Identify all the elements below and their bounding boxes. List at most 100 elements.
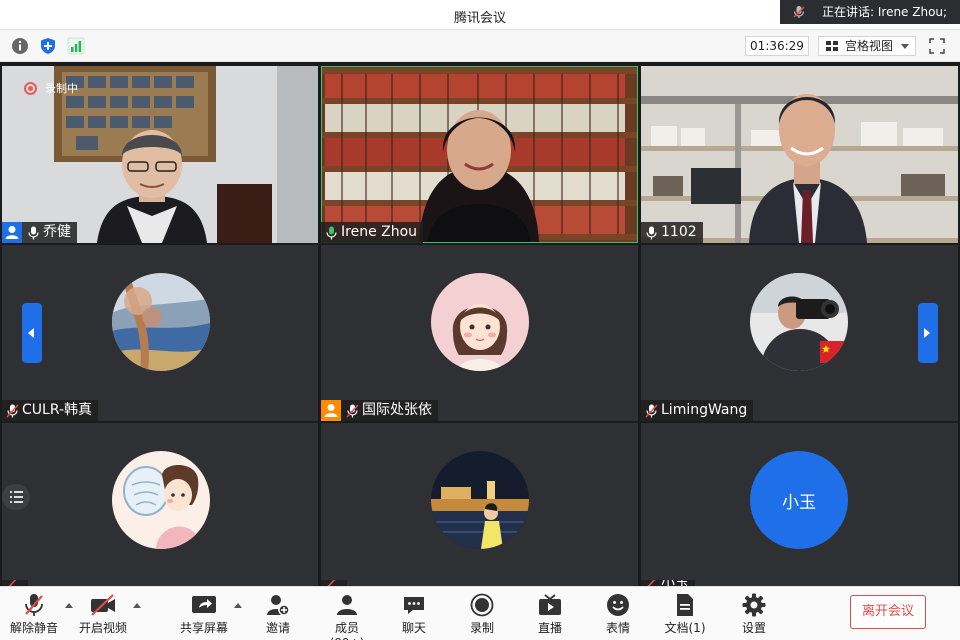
host-badge-icon	[321, 400, 341, 421]
participant-list-toggle[interactable]	[2, 484, 30, 510]
participant-nametag: CULR-韩真	[2, 400, 99, 421]
participant-tile-3[interactable]: 1102	[641, 66, 958, 243]
unmute-button[interactable]: 解除静音	[10, 591, 58, 639]
participant-nametag: LimingWang	[641, 400, 754, 421]
chevron-left-icon	[28, 328, 34, 338]
gear-icon	[742, 593, 766, 617]
chat-label: 聊天	[401, 621, 426, 635]
document-icon	[677, 594, 693, 616]
next-page-button[interactable]	[918, 303, 938, 363]
fullscreen-icon[interactable]	[929, 38, 945, 54]
list-icon	[10, 491, 23, 503]
participant-nametag: Irene Zhou	[321, 222, 424, 243]
prev-page-button[interactable]	[22, 303, 42, 363]
chat-icon	[404, 597, 424, 614]
mic-icon	[646, 226, 657, 239]
recording-label: 录制中	[45, 82, 78, 95]
participant-nametag: 国际处张依	[321, 400, 438, 421]
muted-mic-icon	[6, 403, 19, 418]
participant-tile-8[interactable]	[321, 423, 638, 586]
view-mode-label: 宫格视图	[845, 39, 894, 53]
live-label: 直播	[537, 621, 562, 635]
settings-button[interactable]: 设置	[736, 591, 772, 639]
chat-button[interactable]: 聊天	[396, 591, 432, 639]
participant-name: 1102	[661, 224, 697, 240]
title-bar: 腾讯会议 正在讲话: Irene Zhou;	[0, 0, 960, 30]
avatar	[431, 273, 529, 371]
speaking-banner: 正在讲话: Irene Zhou;	[780, 0, 960, 24]
top-toolbar: 01:36:29 宫格视图	[0, 30, 960, 62]
info-icon[interactable]	[11, 37, 29, 55]
share-screen-icon	[192, 596, 216, 613]
reactions-button[interactable]: 表情	[600, 591, 636, 639]
members-button[interactable]: 成员(99+)	[318, 591, 376, 640]
grid-view-icon	[826, 41, 838, 51]
participant-video	[641, 66, 958, 243]
reactions-label: 表情	[605, 621, 630, 635]
record-dot-icon	[24, 81, 37, 95]
muted-mic-icon	[645, 403, 658, 418]
participant-name: 国际处张依	[362, 402, 432, 418]
muted-mic-icon	[25, 594, 43, 616]
avatar: 小玉	[750, 451, 848, 549]
participant-name: CULR-韩真	[22, 402, 93, 418]
video-grid: 录制中 乔健 Irene Zhou 1102 CULR-韩真 国际处张依 Lim…	[0, 62, 960, 586]
audio-options-chevron-icon[interactable]	[65, 603, 73, 608]
unmute-label: 解除静音	[10, 621, 59, 635]
participant-tile-9[interactable]: 小玉 小玉	[641, 423, 958, 586]
recording-indicator: 录制中	[24, 80, 78, 96]
avatar	[112, 273, 210, 371]
members-icon	[337, 595, 357, 615]
participant-video	[321, 66, 638, 243]
participant-tile-5[interactable]: 国际处张依	[321, 245, 638, 421]
speaking-text: 正在讲话: Irene Zhou;	[822, 5, 948, 19]
muted-mic-icon	[346, 403, 359, 418]
host-badge-icon	[2, 222, 22, 243]
live-button[interactable]: 直播	[532, 591, 568, 639]
share-options-chevron-icon[interactable]	[234, 603, 242, 608]
participant-name: 乔健	[43, 224, 71, 240]
video-options-chevron-icon[interactable]	[133, 603, 141, 608]
share-screen-button[interactable]: 共享屏幕	[180, 591, 228, 639]
participant-tile-2[interactable]: Irene Zhou	[321, 66, 638, 243]
start-video-button[interactable]: 开启视频	[78, 591, 128, 639]
participant-tile-7[interactable]	[2, 423, 318, 586]
chevron-down-icon	[901, 44, 909, 49]
participant-tile-6[interactable]: LimingWang	[641, 245, 958, 421]
participant-tile-4[interactable]: CULR-韩真	[2, 245, 318, 421]
participant-name: LimingWang	[661, 402, 748, 418]
avatar	[750, 273, 848, 371]
security-shield-icon[interactable]	[39, 37, 57, 55]
participant-nametag: 1102	[641, 222, 703, 243]
network-signal-icon[interactable]	[67, 37, 85, 55]
participant-name: Irene Zhou	[341, 224, 418, 240]
avatar	[431, 451, 529, 549]
avatar	[112, 451, 210, 549]
emoji-icon	[607, 594, 629, 616]
record-label: 录制	[469, 621, 494, 635]
leave-meeting-button[interactable]: 离开会议	[850, 595, 926, 629]
meeting-timer: 01:36:29	[745, 36, 809, 56]
bottom-toolbar: 解除静音 开启视频 共享屏幕 邀请 成员(99	[0, 586, 960, 640]
share-screen-label: 共享屏幕	[180, 621, 229, 635]
muted-mic-icon	[793, 6, 805, 18]
start-video-label: 开启视频	[78, 621, 127, 635]
mic-speaking-icon	[326, 226, 337, 239]
invite-button[interactable]: 邀请	[258, 591, 298, 639]
record-icon	[470, 593, 494, 617]
docs-label: 文档(1)	[664, 621, 706, 635]
chevron-right-icon	[924, 328, 930, 338]
settings-label: 设置	[741, 621, 766, 635]
participant-tile-1[interactable]: 录制中 乔健	[2, 66, 318, 243]
participant-nametag: 乔健	[2, 222, 77, 243]
invite-user-icon	[267, 595, 290, 616]
members-label: 成员(99+)	[330, 621, 365, 640]
record-button[interactable]: 录制	[464, 591, 500, 639]
mic-icon	[28, 226, 39, 239]
avatar-initials: 小玉	[782, 492, 816, 513]
docs-button[interactable]: 文档(1)	[664, 591, 706, 639]
live-stream-icon	[539, 594, 561, 615]
invite-label: 邀请	[265, 621, 290, 635]
view-mode-select[interactable]: 宫格视图	[818, 36, 916, 56]
video-off-icon	[91, 594, 115, 616]
